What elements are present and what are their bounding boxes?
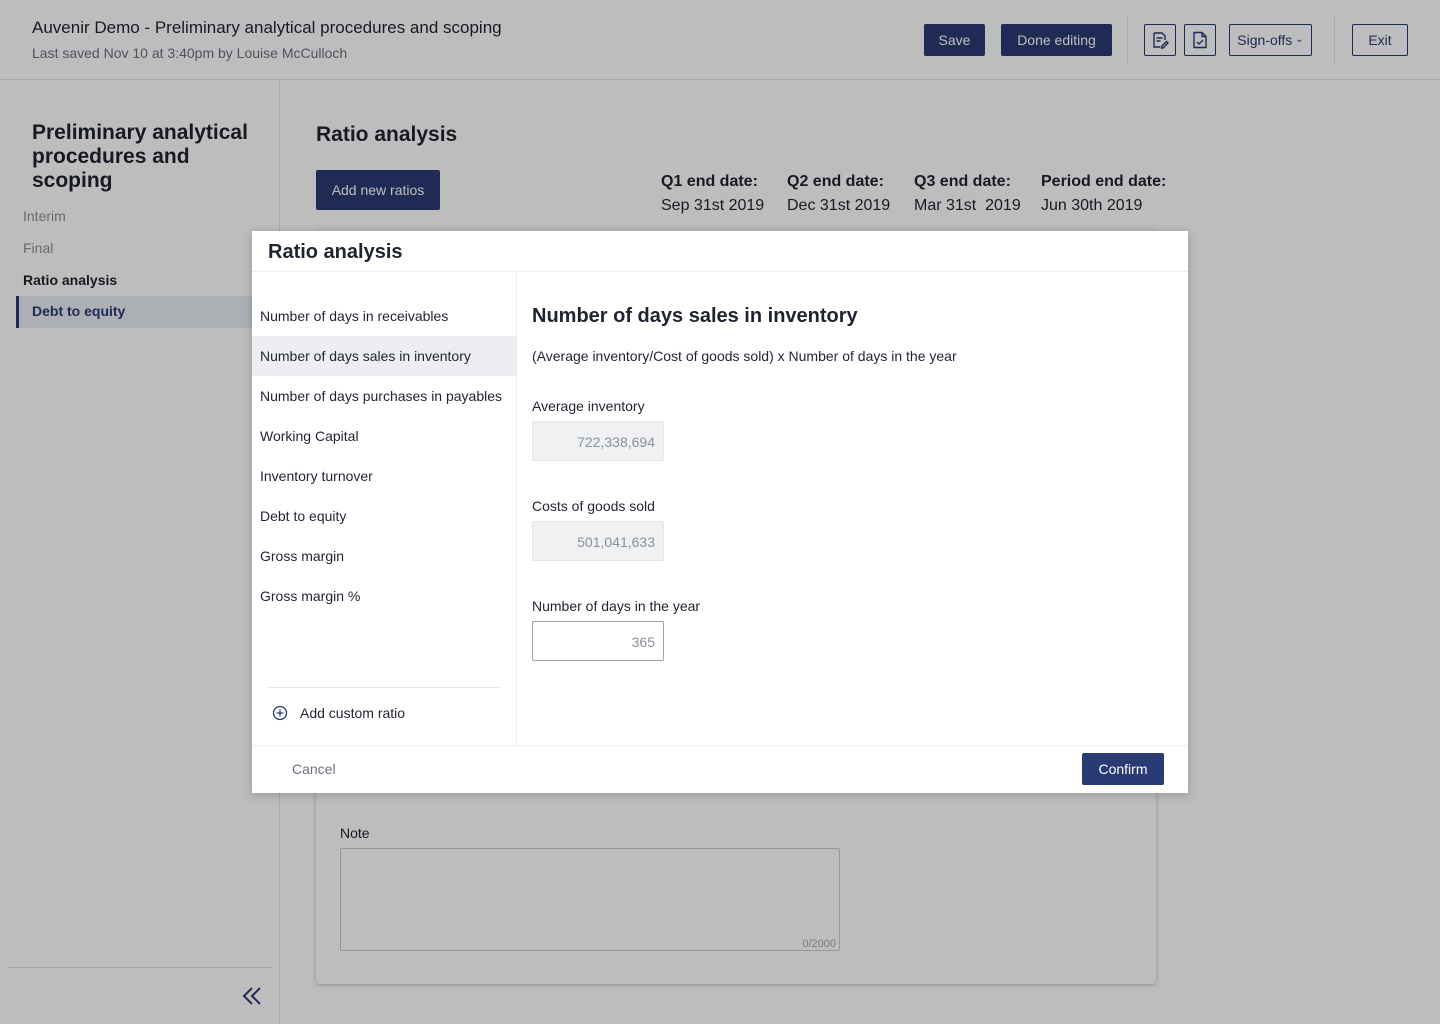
ratio-detail-title: Number of days sales in inventory <box>532 305 858 327</box>
ratio-item-debt-to-equity[interactable]: Debt to equity <box>252 496 516 536</box>
add-circle-icon <box>272 705 288 721</box>
ratio-list-divider <box>268 687 500 688</box>
ratio-item-days-receivables[interactable]: Number of days in receivables <box>252 296 516 336</box>
average-inventory-label: Average inventory <box>532 398 645 414</box>
ratio-item-working-capital[interactable]: Working Capital <box>252 416 516 456</box>
ratio-item-inventory-turnover[interactable]: Inventory turnover <box>252 456 516 496</box>
cost-of-goods-sold-field: 501,041,633 <box>532 521 664 561</box>
add-custom-ratio-button[interactable]: Add custom ratio <box>272 705 405 721</box>
ratio-item-days-purchases-payables[interactable]: Number of days purchases in payables <box>252 376 516 416</box>
modal-title: Ratio analysis <box>268 241 403 263</box>
confirm-button[interactable]: Confirm <box>1082 753 1164 785</box>
ratio-formula: (Average inventory/Cost of goods sold) x… <box>532 348 957 364</box>
ratio-detail: Number of days sales in inventory (Avera… <box>517 272 1188 745</box>
days-in-year-label: Number of days in the year <box>532 598 701 614</box>
modal-footer-divider <box>252 745 1188 746</box>
add-custom-ratio-label: Add custom ratio <box>300 705 406 721</box>
cost-of-goods-sold-label: Costs of goods sold <box>532 498 655 514</box>
ratio-list: Number of days in receivables Number of … <box>252 272 517 745</box>
ratio-item-gross-margin[interactable]: Gross margin <box>252 536 516 576</box>
days-in-year-input[interactable]: 365 <box>532 621 664 661</box>
ratio-item-days-sales-inventory[interactable]: Number of days sales in inventory <box>252 336 516 376</box>
ratio-analysis-modal: Ratio analysis Number of days in receiva… <box>252 231 1188 793</box>
average-inventory-field: 722,338,694 <box>532 421 664 461</box>
cancel-button[interactable]: Cancel <box>292 761 336 777</box>
ratio-item-gross-margin-pct[interactable]: Gross margin % <box>252 576 516 616</box>
